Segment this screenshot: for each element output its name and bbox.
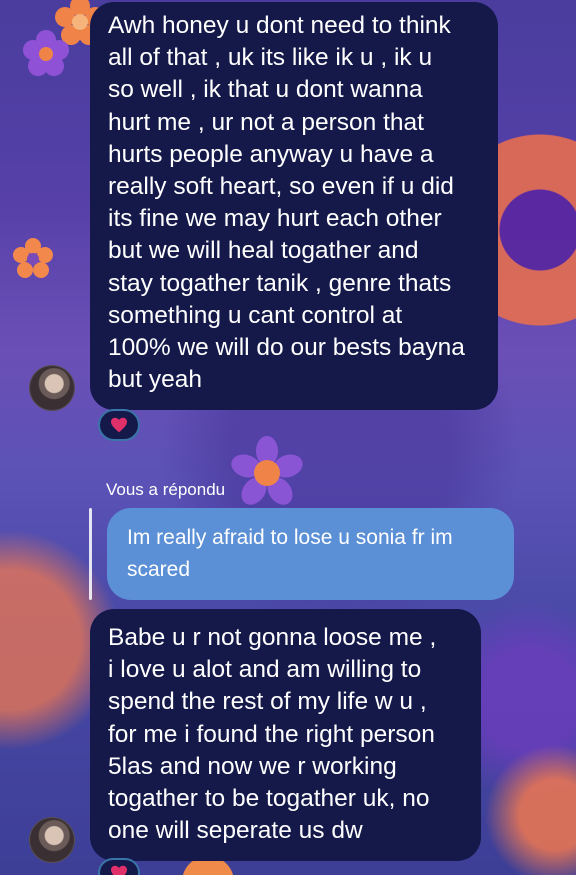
avatar[interactable] xyxy=(29,817,75,863)
message-text: but we will heal togather and xyxy=(108,237,419,265)
reply-label: Vous a répondu xyxy=(106,480,226,499)
reaction-badge[interactable] xyxy=(98,409,140,441)
reply-indicator-line xyxy=(89,508,92,600)
message-text: Awh honey u dont need to think xyxy=(108,12,451,39)
message-text: all of that , uk its like ik u , ik u xyxy=(108,44,433,72)
flower-decoration xyxy=(231,436,303,505)
message-text: one will seperate us dw xyxy=(108,817,363,845)
heart-icon xyxy=(111,865,127,875)
message-text: Babe u r not gonna loose me , xyxy=(108,624,437,651)
message-text: spend the rest of my life w u , xyxy=(108,688,427,716)
message-bubble-received[interactable]: Awh honey u dont need to think all of th… xyxy=(90,2,498,410)
avatar[interactable] xyxy=(29,365,75,411)
message-text: really soft heart, so even if u did xyxy=(108,173,454,201)
reaction-badge[interactable] xyxy=(98,858,140,875)
message-text: 100% we will do our bests bayna xyxy=(108,334,465,362)
flower-decoration xyxy=(13,238,53,278)
heart-icon xyxy=(111,417,127,433)
message-bubble-replied[interactable]: Im really afraid to lose u sonia fr im s… xyxy=(107,508,514,600)
message-text: hurts people anyway u have a xyxy=(108,140,434,168)
message-bubble-received[interactable]: Babe u r not gonna loose me , i love u a… xyxy=(90,609,481,861)
message-text: so well , ik that u dont wanna xyxy=(108,76,423,104)
message-text: scared xyxy=(127,558,191,581)
message-text: i love u alot and am willing to xyxy=(108,656,422,684)
message-text: something u cant control at xyxy=(108,301,403,329)
message-text: but yeah xyxy=(108,366,202,394)
message-text: togather to be togather uk, no xyxy=(108,785,430,813)
message-text: Im really afraid to lose u sonia fr im xyxy=(127,526,453,549)
message-text: for me i found the right person xyxy=(108,720,435,748)
message-text: its fine we may hurt each other xyxy=(108,205,442,233)
message-text: stay togather tanik , genre thats xyxy=(108,269,452,297)
message-text: 5las and now we r working xyxy=(108,752,397,780)
message-text: hurt me , ur not a person that xyxy=(108,108,424,136)
